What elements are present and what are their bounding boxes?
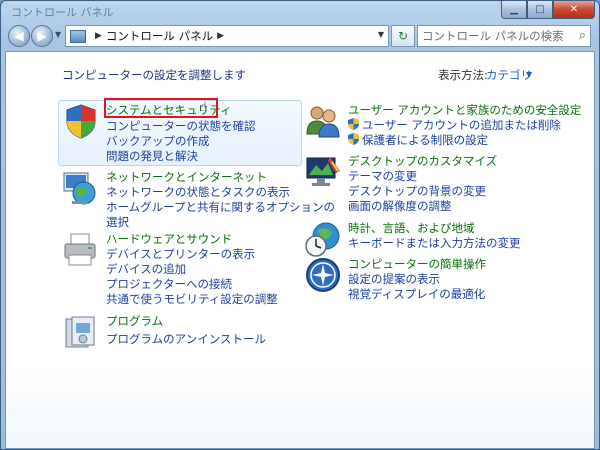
maximize-button[interactable]: □ (527, 1, 553, 19)
search-placeholder: コントロール パネルの検索 (422, 29, 564, 43)
globe-network-icon[interactable] (62, 169, 100, 207)
link-uninstall-program[interactable]: プログラムのアンインストール (106, 331, 266, 347)
forward-arrow-icon: ▶ (37, 29, 47, 43)
back-button[interactable]: ◀ (8, 25, 30, 47)
link-mobility-settings[interactable]: 共通で使うモビリティ設定の調整 (106, 291, 278, 307)
close-icon: ✕ (569, 4, 579, 15)
refresh-button[interactable]: ↻ (391, 25, 415, 47)
link-parental-controls-label: 保護者による制限の設定 (362, 133, 489, 147)
printer-icon[interactable] (62, 231, 100, 269)
link-find-fix-problems[interactable]: 問題の発見と解決 (106, 148, 198, 164)
link-view-network-status[interactable]: ネットワークの状態とタスクの表示 (106, 184, 290, 200)
close-button[interactable]: ✕ (553, 1, 595, 19)
control-panel-content: コンピューターの設定を調整します 表示方法: カテゴリ ▼ システムとセキュリテ… (5, 51, 595, 449)
search-icon[interactable]: ⌕ (579, 26, 586, 46)
maximize-icon: □ (535, 4, 545, 15)
uac-shield-icon (348, 118, 359, 130)
monitor-paint-icon[interactable] (304, 153, 342, 191)
control-panel-window: コントロール パネル ▁ □ ✕ ◀ ▶ ▼ ▶ コントロール パネル ▶ ▼ … (0, 0, 600, 450)
link-change-theme[interactable]: テーマの変更 (348, 168, 417, 184)
category-title-clock-language-region[interactable]: 時計、言語、および地域 (348, 220, 475, 236)
back-arrow-icon: ◀ (14, 29, 24, 43)
link-homegroup-sharing-cont[interactable]: 選択 (106, 214, 129, 230)
recent-pages-dropdown[interactable]: ▼ (55, 30, 61, 39)
link-add-remove-accounts-label: ユーザー アカウントの追加または削除 (362, 118, 561, 132)
category-title-network-internet[interactable]: ネットワークとインターネット (106, 169, 267, 185)
breadcrumb-separator-icon[interactable]: ▶ (95, 31, 102, 41)
breadcrumb-control-panel[interactable]: コントロール パネル (106, 28, 213, 44)
link-add-device[interactable]: デバイスの追加 (106, 261, 186, 277)
address-dropdown-icon[interactable]: ▼ (378, 30, 384, 39)
link-devices-printers[interactable]: デバイスとプリンターの表示 (106, 246, 255, 262)
control-panel-icon (70, 29, 86, 43)
category-title-ease-of-access[interactable]: コンピューターの簡単操作 (348, 256, 486, 272)
window-controls: ▁ □ ✕ (501, 1, 595, 19)
breadcrumb-separator-icon[interactable]: ▶ (217, 31, 224, 41)
link-add-remove-accounts[interactable]: ユーザー アカウントの追加または削除 (348, 117, 561, 133)
mouse-cursor-icon: ☝ (199, 100, 207, 115)
link-check-computer-status[interactable]: コンピューターの状態を確認 (106, 118, 256, 134)
category-title-hardware-sound[interactable]: ハードウェアとサウンド (106, 231, 232, 247)
view-by-label: 表示方法: (438, 68, 488, 82)
category-title-user-accounts[interactable]: ユーザー アカウントと家族のための安全設定 (348, 102, 581, 118)
link-create-backup[interactable]: バックアップの作成 (106, 133, 210, 149)
link-get-recommendations[interactable]: 設定の提案の表示 (348, 271, 440, 287)
category-title-appearance[interactable]: デスクトップのカスタマイズ (348, 153, 497, 169)
chevron-down-icon[interactable]: ▼ (526, 70, 532, 79)
shield-icon[interactable] (62, 102, 100, 140)
link-change-background[interactable]: デスクトップの背景の変更 (348, 183, 486, 199)
minimize-button[interactable]: ▁ (501, 1, 527, 19)
uac-shield-icon (348, 133, 359, 145)
category-title-programs[interactable]: プログラム (106, 313, 163, 329)
forward-button[interactable]: ▶ (31, 25, 53, 47)
link-change-keyboard-input[interactable]: キーボードまたは入力方法の変更 (348, 235, 521, 251)
programs-box-icon[interactable] (62, 313, 100, 351)
navigation-bar: ◀ ▶ ▼ ▶ コントロール パネル ▶ ▼ ↻ コントロール パネルの検索 ⌕ (5, 23, 595, 49)
page-heading: コンピューターの設定を調整します (62, 68, 246, 82)
title-bar[interactable]: コントロール パネル ▁ □ ✕ (1, 1, 599, 21)
link-homegroup-sharing[interactable]: ホームグループと共有に関するオプションの (106, 199, 335, 215)
users-icon[interactable] (304, 102, 342, 140)
accessibility-icon[interactable] (304, 256, 342, 294)
refresh-icon: ↻ (397, 29, 409, 43)
link-connect-projector[interactable]: プロジェクターへの接続 (106, 276, 232, 292)
address-bar[interactable]: ▶ コントロール パネル ▶ ▼ (65, 25, 389, 47)
window-title: コントロール パネル (11, 6, 114, 19)
globe-clock-icon[interactable] (304, 220, 342, 258)
link-parental-controls[interactable]: 保護者による制限の設定 (348, 132, 488, 148)
minimize-icon: ▁ (510, 4, 518, 15)
link-adjust-resolution[interactable]: 画面の解像度の調整 (348, 198, 452, 214)
search-input[interactable]: コントロール パネルの検索 ⌕ (417, 25, 591, 47)
link-optimize-display[interactable]: 視覚ディスプレイの最適化 (348, 286, 485, 302)
